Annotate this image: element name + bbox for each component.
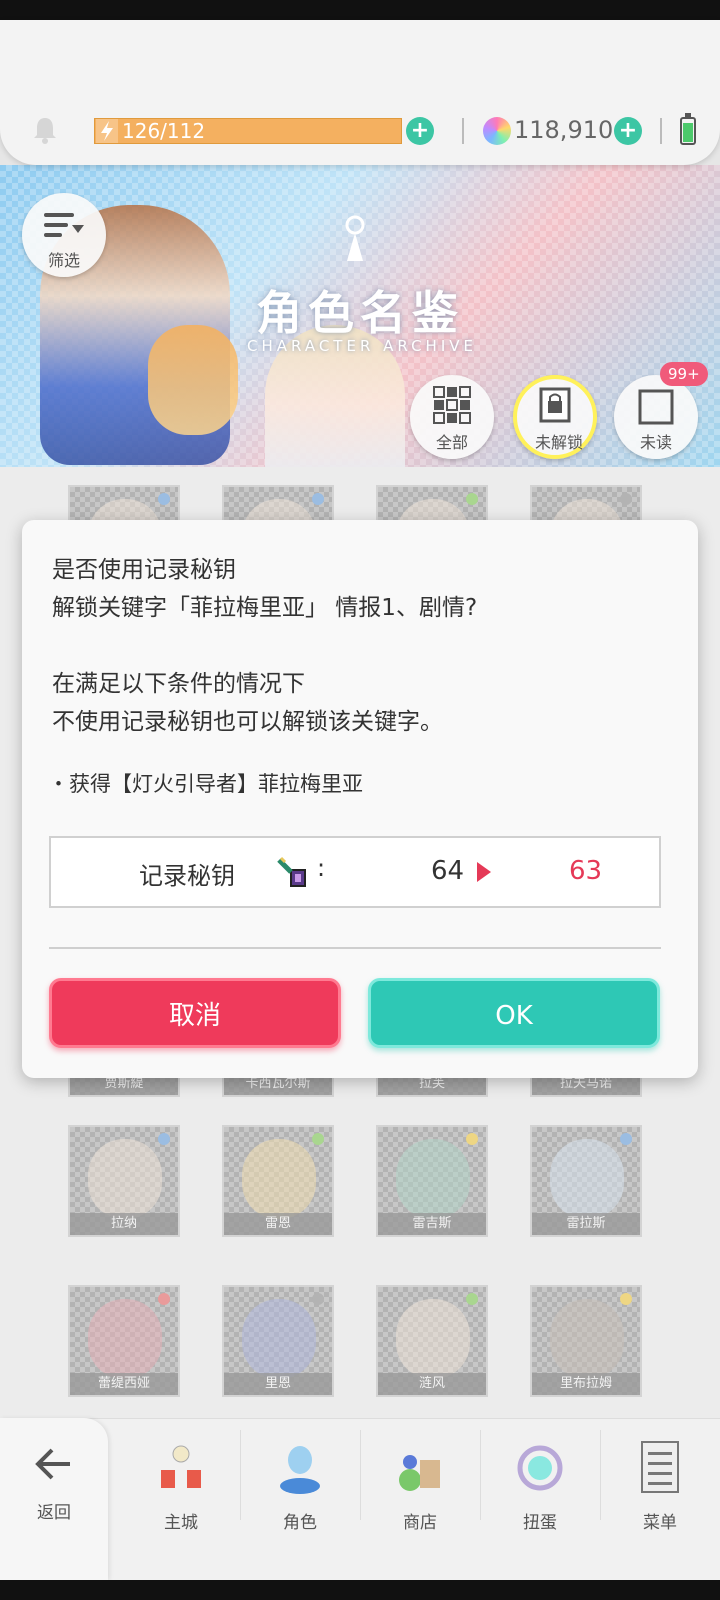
cost-label: 记录秘钥 — [139, 862, 235, 890]
nav-item-main-city[interactable]: 主城 — [122, 1428, 240, 1538]
castle-icon — [161, 1445, 201, 1488]
tab-unread[interactable]: 未读 — [614, 375, 698, 459]
nav-item-shop[interactable]: 商店 — [361, 1428, 479, 1538]
cost-current: 64 — [431, 856, 465, 886]
status-bar — [0, 0, 720, 20]
dialog-question-line1: 是否使用记录秘钥 — [52, 557, 236, 583]
gacha-icon — [517, 1445, 563, 1491]
add-stamina-button[interactable]: + — [406, 117, 434, 145]
banner-title: 角色名鉴 — [256, 286, 464, 340]
back-arrow-icon — [35, 1448, 70, 1480]
document-icon — [638, 389, 674, 425]
add-gems-button[interactable]: + — [614, 117, 642, 145]
cost-after: 63 — [569, 856, 603, 886]
key-icon — [277, 856, 306, 887]
cost-colon: : — [317, 854, 326, 882]
tab-all-label: 全部 — [435, 433, 468, 452]
dialog-note-line2: 不使用记录秘钥也可以解锁该关键字。 — [52, 709, 443, 735]
gem-count: 118,910 — [514, 116, 614, 144]
nav-label: 菜单 — [643, 1513, 677, 1533]
nav-item-characters[interactable]: 角色 — [241, 1428, 359, 1538]
grid-icon — [433, 386, 471, 424]
tab-unread-label: 未读 — [639, 433, 672, 452]
lock-icon — [539, 387, 571, 423]
dialog-condition: ・获得【灯火引导者】菲拉梅里亚 — [48, 772, 363, 796]
character-icon — [280, 1446, 320, 1494]
nav-label: 角色 — [283, 1513, 317, 1533]
unlock-confirm-dialog: 是否使用记录秘钥 解锁关键字「菲拉梅里亚」 情报1、剧情? 在满足以下条件的情况… — [22, 520, 698, 1078]
tab-locked-label: 未解锁 — [534, 433, 583, 452]
battery-level — [683, 123, 693, 142]
banner-subtitle: CHARACTER ARCHIVE — [247, 337, 477, 355]
header-divider-2 — [660, 118, 662, 144]
nav-item-menu[interactable]: 菜单 — [601, 1428, 719, 1538]
dialog-question-line2: 解锁关键字「菲拉梅里亚」 情报1、剧情? — [52, 595, 478, 621]
dialog-divider — [49, 947, 661, 949]
stamina-value: 126/112 — [122, 119, 206, 143]
gem-icon — [483, 117, 511, 145]
nav-label: 扭蛋 — [523, 1513, 557, 1533]
lightning-icon — [96, 119, 118, 143]
bell-icon[interactable] — [30, 115, 60, 145]
tab-all[interactable]: 全部 — [410, 375, 494, 459]
nav-label: 商店 — [403, 1513, 437, 1533]
system-nav-bar — [0, 1580, 720, 1600]
dialog-note-line1: 在满足以下条件的情况下 — [52, 671, 305, 697]
archive-banner: 角色名鉴 CHARACTER ARCHIVE — [0, 165, 720, 467]
filter-icon — [44, 213, 84, 237]
nav-item-gacha[interactable]: 扭蛋 — [481, 1428, 599, 1538]
arrow-right-icon — [477, 862, 491, 882]
menu-list-icon — [641, 1441, 679, 1493]
tab-locked[interactable]: 未解锁 — [513, 375, 597, 459]
cancel-button[interactable]: 取消 — [49, 978, 341, 1048]
filter-label: 筛选 — [47, 251, 80, 270]
unread-badge: 99+ — [660, 362, 708, 386]
ok-button[interactable]: OK — [368, 978, 660, 1048]
cost-box: 记录秘钥 : 64 63 — [49, 836, 661, 908]
back-label: 返回 — [37, 1503, 71, 1523]
keyhole-emblem-icon — [345, 215, 365, 261]
back-button[interactable]: 返回 — [0, 1418, 108, 1580]
filter-button[interactable]: 筛选 — [22, 193, 106, 277]
nav-label: 主城 — [164, 1513, 198, 1533]
header-divider — [462, 118, 464, 144]
shop-bag-icon — [399, 1455, 440, 1491]
